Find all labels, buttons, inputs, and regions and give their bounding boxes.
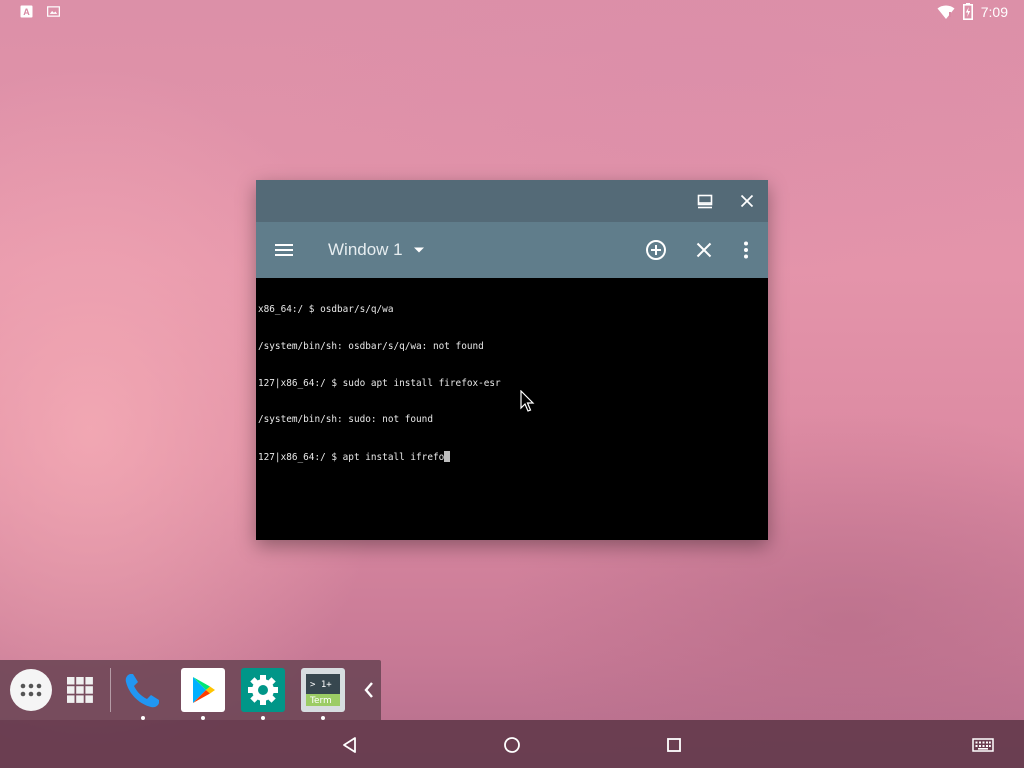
dock-collapse-button[interactable] bbox=[362, 680, 376, 700]
home-icon[interactable] bbox=[501, 734, 523, 756]
hamburger-menu-icon[interactable] bbox=[272, 238, 296, 262]
mouse-pointer-icon bbox=[520, 390, 535, 412]
back-icon[interactable] bbox=[339, 734, 361, 756]
terminal-line: /system/bin/sh: sudo: not found bbox=[258, 414, 433, 426]
terminal-line: /system/bin/sh: osdbar/s/q/wa: not found bbox=[258, 341, 484, 352]
clock-time: 7:09 bbox=[980, 3, 1008, 20]
keyboard-a-icon: A bbox=[20, 5, 33, 18]
close-window-icon[interactable] bbox=[692, 238, 716, 262]
grid-apps-button[interactable] bbox=[66, 676, 94, 704]
text-cursor bbox=[444, 450, 451, 462]
add-window-icon[interactable] bbox=[644, 238, 668, 262]
terminal-prompt-line[interactable]: 127|x86_64:/ $ apt install ifrefo bbox=[258, 450, 766, 463]
wifi-icon bbox=[937, 5, 955, 19]
screenshot-icon bbox=[47, 6, 60, 17]
window-title: Window 1 bbox=[328, 240, 403, 259]
grid-icon bbox=[67, 677, 93, 703]
settings-app[interactable] bbox=[241, 668, 285, 720]
settings-gear-icon bbox=[248, 675, 278, 705]
keyboard-icon[interactable] bbox=[972, 734, 994, 756]
app-drawer-dots-icon bbox=[20, 683, 42, 697]
terminal-line: 127|x86_64:/ $ sudo apt install firefox-… bbox=[258, 377, 501, 389]
maximize-icon[interactable] bbox=[694, 190, 716, 212]
recents-icon[interactable] bbox=[663, 734, 685, 756]
dock-separator bbox=[110, 668, 111, 712]
close-icon[interactable] bbox=[736, 190, 758, 212]
terminal-current-input: 127|x86_64:/ $ apt install ifrefo bbox=[258, 451, 445, 463]
window-caption-bar[interactable] bbox=[256, 180, 768, 222]
svg-text:> 1+: > 1+ bbox=[310, 680, 332, 690]
dropdown-arrow-icon bbox=[413, 247, 424, 253]
phone-app[interactable] bbox=[121, 668, 165, 720]
terminal-line: x86_64:/ $ osdbar/s/q/wa bbox=[258, 304, 394, 316]
taskbar-dock: > 1+ Term bbox=[0, 660, 381, 720]
svg-text:A: A bbox=[23, 7, 30, 17]
terminal-icon: > 1+ Term bbox=[306, 674, 340, 706]
chevron-left-icon bbox=[364, 682, 373, 698]
svg-text:Term: Term bbox=[309, 696, 332, 706]
overflow-menu-icon[interactable] bbox=[734, 238, 758, 262]
app-drawer-button[interactable] bbox=[10, 669, 52, 711]
play-store-app[interactable] bbox=[181, 668, 225, 720]
terminal-output[interactable]: x86_64:/ $ osdbar/s/q/wa /system/bin/sh:… bbox=[256, 278, 768, 540]
play-store-icon bbox=[193, 677, 215, 703]
navigation-bar bbox=[0, 720, 1024, 768]
status-bar: A 7:09 bbox=[0, 0, 1024, 24]
terminal-window: Window 1 x86_64:/ $ osdbar/s/q/wa /syste… bbox=[256, 180, 768, 540]
terminal-toolbar: Window 1 bbox=[256, 222, 768, 278]
battery-charging-icon bbox=[962, 3, 973, 20]
window-selector-dropdown[interactable]: Window 1 bbox=[328, 236, 425, 264]
terminal-emulator-app[interactable]: > 1+ Term bbox=[301, 668, 345, 720]
phone-icon bbox=[125, 674, 159, 708]
